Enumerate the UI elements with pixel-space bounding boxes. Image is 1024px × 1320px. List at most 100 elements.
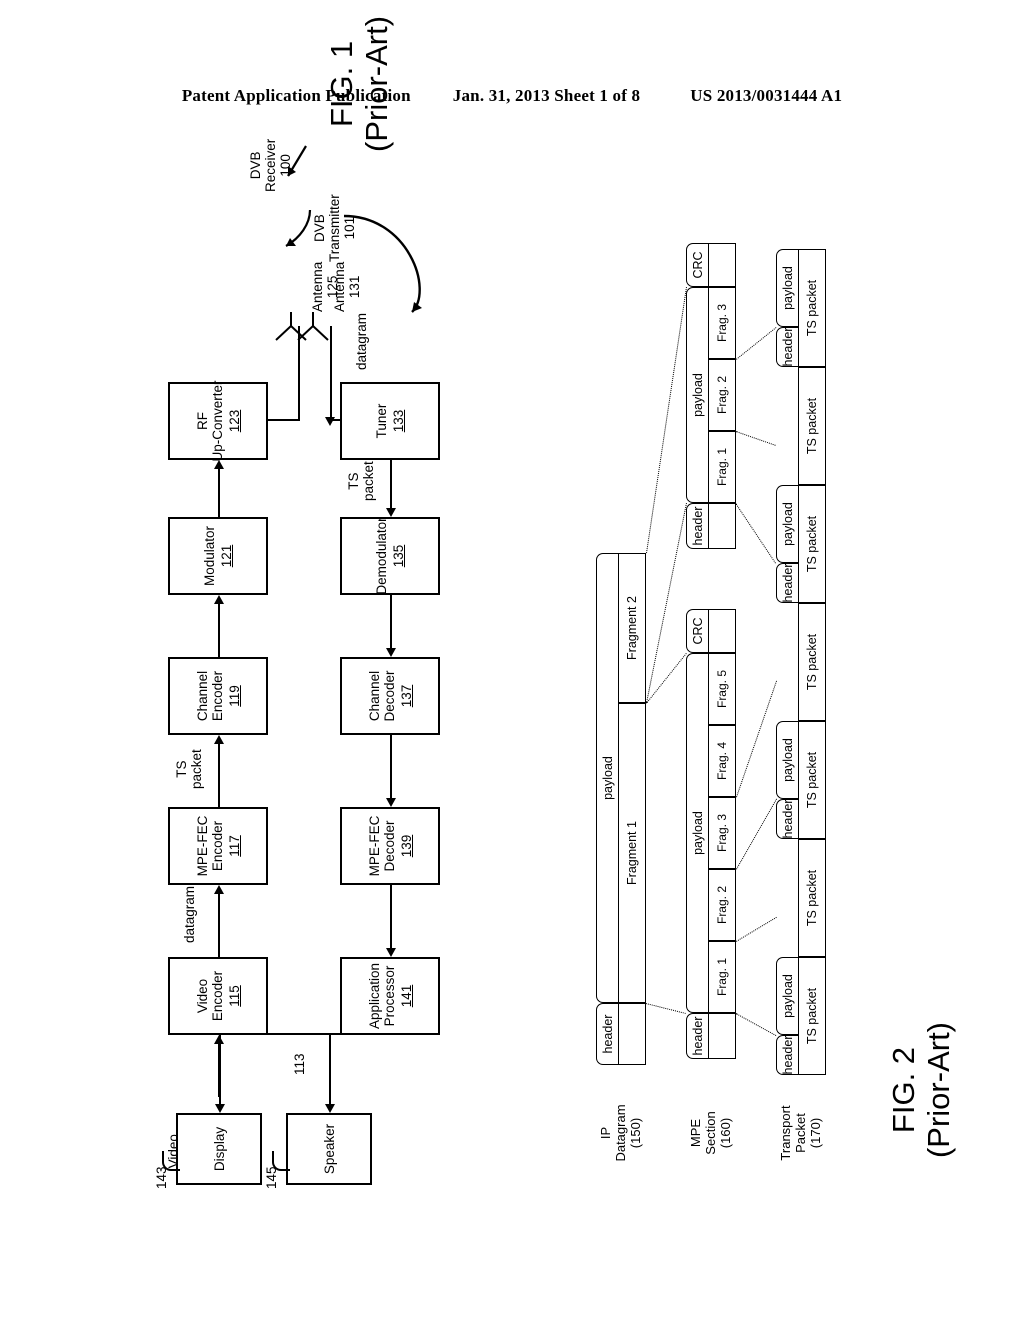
rx-block-label-1: Application <box>366 962 382 1030</box>
transport-packet-0[interactable]: TS packet <box>798 957 826 1075</box>
ip-datagram-fragment-1-text: Fragment 1 <box>625 821 639 885</box>
output-leader-143 <box>162 1151 180 1171</box>
output-arrow-line-1 <box>329 1035 331 1104</box>
tx-flow-arrow-0-head <box>214 885 224 894</box>
rx-block-141[interactable]: Application Processor 141 <box>340 957 440 1035</box>
ip-frag1-to-mpe0-right <box>646 653 687 704</box>
output-arrow-riser-1 <box>329 1033 390 1035</box>
mpe-section-1-fragment-1[interactable]: Frag. 2 <box>708 359 736 431</box>
ip-datagram-payload-brace-text: payload <box>600 756 615 800</box>
transport-packet-4-header-brace: header <box>776 563 798 603</box>
transport-packet-4[interactable]: TS packet <box>798 485 826 603</box>
fig2-row-label-1-line-2: Section <box>703 1111 718 1155</box>
rx-block-135[interactable]: Demodulator 135 <box>340 517 440 595</box>
rx-block-label-1: MPE-FEC <box>366 815 382 877</box>
mpe-section-1-header-cell[interactable] <box>708 503 736 549</box>
mpe-section-1-fragment-1-text: Frag. 2 <box>715 376 729 415</box>
tx-block-115[interactable]: Video Encoder 115 <box>168 957 268 1035</box>
rx-block-ref: 135 <box>391 544 406 568</box>
tx-block-121[interactable]: Modulator 121 <box>168 517 268 595</box>
rx-block-139[interactable]: MPE-FEC Decoder 139 <box>340 807 440 885</box>
tx-block-119[interactable]: Channel Encoder 119 <box>168 657 268 735</box>
ip-datagram-fragment-2-text: Fragment 2 <box>625 596 639 660</box>
mpe0-frag-3-to-ts-3 <box>736 681 777 798</box>
rx-flow-arrow-2-head <box>386 798 396 807</box>
rx-block-133[interactable]: Tuner 133 <box>340 382 440 460</box>
ip-datagram-fragment-1[interactable]: Fragment 1 <box>618 703 646 1003</box>
figure-1: Video Encoder 115 MPE-FEC Encoder 117 Channel E… <box>150 16 500 1205</box>
mpe-section-0-crc-brace: CRC <box>686 609 708 653</box>
output-arrow-head-0 <box>215 1104 225 1113</box>
mpe-section-1-crc-brace-text: CRC <box>690 251 705 279</box>
tx-block-117[interactable]: MPE-FEC Encoder 117 <box>168 807 268 885</box>
output-block-143[interactable]: Display <box>176 1113 262 1185</box>
rx-flow-arrow-0-head <box>386 508 396 517</box>
tx-flow-arrow-1-head <box>214 735 224 744</box>
figure-1-title-line-2: (Prior-Art) <box>359 15 394 152</box>
mpe-section-1-payload-brace-text: payload <box>690 373 705 417</box>
transport-packet-2[interactable]: TS packet <box>798 721 826 839</box>
mpe0-frag-0-to-ts-0 <box>735 1013 776 1036</box>
mpe-section-1-fragment-2[interactable]: Frag. 3 <box>708 287 736 359</box>
transport-packet-0-header-brace-text: header <box>780 1035 795 1075</box>
tx-antenna-riser <box>268 419 298 421</box>
antenna-icon-1 <box>296 312 330 342</box>
fig2-row-label-1-line-1: MPE <box>688 1118 703 1148</box>
rx-block-ref: 133 <box>391 409 406 433</box>
tx-block-label-1: Modulator <box>202 525 217 587</box>
rx-flow-arrow-3-head <box>386 948 396 957</box>
mpe-section-0-header-cell[interactable] <box>708 1013 736 1059</box>
figure-2: header payload Fragment 1 Fragment 2 header p… <box>578 215 956 1185</box>
transport-packet-1[interactable]: TS packet <box>798 839 826 957</box>
mpe-section-0-crc-cell[interactable] <box>708 609 736 653</box>
tx-block-label-2: Up-Converter <box>209 380 225 462</box>
mpe-section-1-crc-cell[interactable] <box>708 243 736 287</box>
fig2-row-label-2-ref: (170) <box>808 1117 823 1149</box>
mpe-section-1-fragment-0[interactable]: Frag. 1 <box>708 431 736 503</box>
fig2-row-label-1-ref: (160) <box>718 1117 733 1149</box>
mpe-section-0-fragment-0[interactable]: Frag. 1 <box>708 941 736 1013</box>
antenna-name-0: Antenna <box>310 261 325 312</box>
output-block-145[interactable]: Speaker <box>286 1113 372 1185</box>
mpe0-frag-1-to-ts-1 <box>736 917 777 942</box>
rx-flow-arrow-0 <box>390 460 392 508</box>
rx-block-label-1: Demodulator <box>374 517 389 595</box>
mpe-section-0-fragment-4[interactable]: Frag. 5 <box>708 653 736 725</box>
mpe-section-0-fragment-3[interactable]: Frag. 4 <box>708 725 736 797</box>
transport-packet-5[interactable]: TS packet <box>798 367 826 485</box>
mpe-section-1-header-brace-text: header <box>690 506 705 546</box>
fig2-row-label-0-line-2: Datagram <box>613 1104 628 1162</box>
mpe-section-1-crc-brace: CRC <box>686 243 708 287</box>
transport-packet-2-header-brace: header <box>776 799 798 839</box>
tx-flow-arrow-2-head <box>214 595 224 604</box>
fig2-row-label-0-ref: (150) <box>628 1117 643 1149</box>
rx-block-ref: 139 <box>398 834 414 858</box>
mpe-section-0-fragment-2[interactable]: Frag. 3 <box>708 797 736 869</box>
rx-block-label-2: Decoder <box>381 670 397 722</box>
rx-ts-label-2: packet <box>361 461 376 501</box>
mpe-section-0-fragment-1[interactable]: Frag. 2 <box>708 869 736 941</box>
tx-block-label-2: Encoder <box>209 970 225 1022</box>
transport-packet-0-payload-brace: payload <box>776 957 798 1035</box>
tx-block-ref: 115 <box>226 985 242 1007</box>
rx-flow-arrow-3 <box>390 885 392 948</box>
rx-antenna-riser <box>330 419 340 421</box>
ip-datagram-fragment-2[interactable]: Fragment 2 <box>618 553 646 703</box>
mpe-section-0-header-brace-text: header <box>690 1016 705 1056</box>
ip-frag2-to-mpe1-left <box>646 503 687 704</box>
transport-packet-6[interactable]: TS packet <box>798 249 826 367</box>
mpe1-frag-2-to-ts-6 <box>736 327 777 360</box>
mpe-section-1-fragment-2-text: Frag. 3 <box>715 304 729 343</box>
transport-packet-0-header-brace: header <box>776 1035 798 1075</box>
transport-packet-3[interactable]: TS packet <box>798 603 826 721</box>
mpe-section-0-fragment-4-text: Frag. 5 <box>715 670 729 709</box>
rx-ts-packet: TS packet <box>346 461 376 501</box>
dvb-transmitter-ref: 101 <box>342 216 357 240</box>
output-leader-145 <box>272 1151 290 1171</box>
tx-block-123[interactable]: RF Up-Converter 123 <box>168 380 268 462</box>
rx-block-137[interactable]: Channel Decoder 137 <box>340 657 440 735</box>
ip-datagram-header-cell[interactable] <box>618 1003 646 1065</box>
transport-packet-6-text: TS packet <box>805 279 819 337</box>
dvb-transmitter-l1: DVB <box>312 214 327 242</box>
patent-number-label: US 2013/0031444 A1 <box>690 86 843 105</box>
